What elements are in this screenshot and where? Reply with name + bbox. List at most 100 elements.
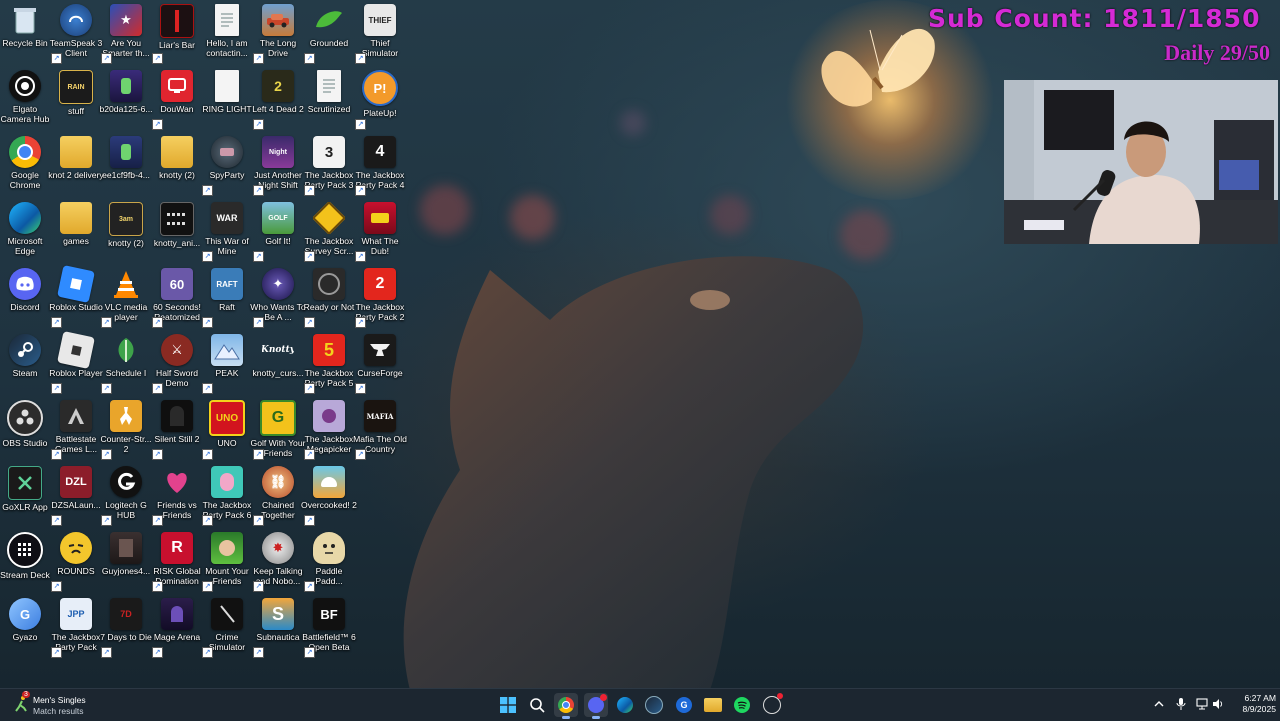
desktop-icon-scrutinized[interactable]: Scrutinized — [304, 66, 354, 130]
desktop-icon-friends-vs-friends[interactable]: ↗ Friends vs Friends — [152, 462, 202, 526]
desktop-icon-jackbox-survey-scramble[interactable]: ↗ The Jackbox Survey Scr... — [304, 198, 354, 262]
desktop-icon-jackbox-party-pack[interactable]: JPP ↗ The Jackbox Party Pack — [51, 594, 101, 658]
desktop-icon-rounds[interactable]: ↗ ROUNDS — [51, 528, 101, 592]
desktop-icon-half-sword-demo[interactable]: ⚔ ↗ Half Sword Demo — [152, 330, 202, 394]
desktop-icon-7-days-to-die[interactable]: 7D ↗ 7 Days to Die — [100, 594, 152, 658]
desktop-icon-dzsa-launcher[interactable]: DZL ↗ DZSALaun... — [51, 462, 101, 526]
taskbar-steam[interactable] — [642, 693, 666, 717]
desktop-icon-knotty-ani[interactable]: knotty_ani... — [152, 198, 202, 262]
desktop-icon-golf-it[interactable]: GOLF ↗ Golf It! — [253, 198, 303, 262]
desktop-icon-spyparty[interactable]: ↗ SpyParty — [202, 132, 252, 196]
desktop-icon-google-chrome[interactable]: Google Chrome — [0, 132, 50, 196]
desktop-icon-stream-deck[interactable]: Stream Deck — [0, 528, 50, 592]
desktop-icon-counter-strike-2[interactable]: ↗ Counter-Str... 2 — [100, 396, 152, 460]
desktop-icon-logitech-g-hub[interactable]: ↗ Logitech G HUB — [101, 462, 151, 526]
desktop-icon-jackbox-party-pack-2[interactable]: 2 ↗ The Jackbox Party Pack 2 — [355, 264, 405, 328]
tray-volume[interactable] — [1211, 697, 1225, 711]
desktop-icon-mage-arena[interactable]: ↗ Mage Arena — [152, 594, 202, 658]
desktop-icon-mount-your-friends[interactable]: ↗ Mount Your Friends — [202, 528, 252, 592]
desktop-icon-elgato-camera-hub[interactable]: Elgato Camera Hub — [0, 66, 50, 130]
desktop-icon-discord[interactable]: Discord — [0, 264, 50, 328]
desktop-icon-60-seconds[interactable]: 60 ↗ 60 Seconds! Reatomized — [152, 264, 202, 328]
desktop-icon-battlestate-games[interactable]: ↗ Battlestate Games L... — [51, 396, 101, 460]
desktop-icon-risk-global-domination[interactable]: R ↗ RISK Global Domination — [152, 528, 202, 592]
desktop-icon-roblox-player[interactable]: ↗ Roblox Player — [49, 330, 103, 394]
desktop-icon-jackbox-party-pack-3[interactable]: 3 ↗ The Jackbox Party Pack 3 — [304, 132, 354, 196]
desktop-icon-teamspeak[interactable]: ↗ TeamSpeak 3 Client — [50, 0, 102, 64]
desktop-icon-ready-or-not[interactable]: ↗ Ready or Not — [304, 264, 354, 328]
tray-overflow-chevron[interactable] — [1152, 697, 1166, 711]
tray-microphone[interactable] — [1174, 697, 1188, 711]
discord-icon — [588, 694, 607, 713]
desktop-icon-recycle-bin[interactable]: Recycle Bin — [0, 0, 50, 64]
desktop-icon-knotty-curs[interactable]: Knotty knotty_curs... — [252, 330, 303, 394]
taskbar-edge[interactable] — [613, 693, 637, 717]
desktop-icon-knotty-2-image[interactable]: 3am knotty (2) — [101, 198, 151, 262]
desktop-icon-jackbox-party-pack-6[interactable]: ↗ The Jackbox Party Pack 6 — [202, 462, 252, 526]
widgets-button[interactable]: 3 Men's Singles Match results — [12, 691, 102, 717]
desktop-icon-paddle-paddle[interactable]: ↗ Paddle Padd... — [304, 528, 354, 592]
desktop-icon-roblox-studio[interactable]: ↗ Roblox Studio — [49, 264, 103, 328]
desktop-icon-jackbox-party-pack-4[interactable]: 4 ↗ The Jackbox Party Pack 4 — [355, 132, 405, 196]
desktop-icon-ring-light[interactable]: RING LIGHT — [202, 66, 252, 130]
desktop-icon-thief-simulator[interactable]: THIEF ↗ Thief Simulator — [355, 0, 405, 64]
image-thumbnail-icon — [110, 136, 142, 168]
desktop-icon-what-the-dub[interactable]: ↗ What The Dub! — [355, 198, 405, 262]
desktop-icon-microsoft-edge[interactable]: Microsoft Edge — [0, 198, 50, 262]
desktop-icon-keep-talking[interactable]: ✸ ↗ Keep Talking and Nobo... — [253, 528, 303, 592]
desktop-icon-knot-2-delivery[interactable]: knot 2 delivery — [48, 132, 104, 196]
desktop-icon-silent-still-2[interactable]: ↗ Silent Still 2 — [152, 396, 202, 460]
desktop-icon-hello-document[interactable]: Hello, I am contactin... — [202, 0, 252, 64]
taskbar-file-explorer[interactable] — [701, 693, 725, 717]
desktop-icon-chained-together[interactable]: ⛓ ↗ Chained Together — [253, 462, 303, 526]
desktop-icon-obs-studio[interactable]: OBS Studio — [0, 396, 50, 460]
widget-badge: 3 — [22, 691, 30, 698]
desktop-icon-mafia-the-old-country[interactable]: MAFIA ↗ Mafia The Old Country — [353, 396, 407, 460]
desktop-icon-liars-bar[interactable]: ↗ Liar's Bar — [152, 0, 202, 64]
desktop-icon-the-long-drive[interactable]: ↗ The Long Drive — [253, 0, 303, 64]
desktop-icon-grounded[interactable]: ↗ Grounded — [304, 0, 354, 64]
desktop-icon-b20da125[interactable]: b20da125-6... — [99, 66, 153, 130]
7-days-to-die-icon: 7D — [110, 598, 142, 630]
desktop-icon-crime-simulator[interactable]: ↗ Crime Simulator — [202, 594, 252, 658]
desktop-icon-steam[interactable]: Steam — [0, 330, 50, 394]
desktop-icon-peak[interactable]: ↗ PEAK — [202, 330, 252, 394]
taskbar-discord[interactable] — [584, 693, 608, 719]
desktop-icon-jackbox-megapicker[interactable]: ↗ The Jackbox Megapicker — [304, 396, 354, 460]
desktop-icon-stuff-folder[interactable]: RAIN stuff — [51, 66, 101, 130]
taskbar-spotify[interactable] — [730, 693, 754, 717]
taskbar-clock[interactable]: 6:27 AM 8/9/2025 — [1226, 693, 1276, 715]
desktop-icon-knotty-2-folder[interactable]: knotty (2) — [152, 132, 202, 196]
desktop-icon-left-4-dead-2[interactable]: 2 ↗ Left 4 Dead 2 — [252, 66, 304, 130]
desktop-icon-battlefield-6[interactable]: BF ↗ Battlefield™ 6 Open Beta — [302, 594, 356, 658]
desktop-icon-are-you-smarter[interactable]: ★ ↗ Are You Smarter th... — [101, 0, 151, 64]
taskbar-logitech-g-hub[interactable]: G — [672, 693, 696, 717]
desktop-icon-uno[interactable]: UNO ↗ UNO — [202, 396, 252, 460]
taskbar-search-button[interactable] — [525, 693, 549, 717]
desktop-icon-games-folder[interactable]: games — [51, 198, 101, 262]
desktop-icon-overcooked-2[interactable]: ↗ Overcooked! 2 — [301, 462, 357, 526]
desktop-icon-just-another-night-shift[interactable]: Night ↗ Just Another Night Shift — [253, 132, 303, 196]
desktop-icon-gyazo[interactable]: G Gyazo — [0, 594, 50, 658]
icon-label: Overcooked! 2 — [301, 500, 357, 510]
shortcut-arrow-icon: ↗ — [202, 251, 213, 262]
taskbar-chrome[interactable] — [554, 693, 578, 719]
desktop-icon-who-wants-to-be-a-millionaire[interactable]: ✦ ↗ Who Wants To Be A ... — [250, 264, 306, 328]
desktop-icon-schedule-i[interactable]: ↗ Schedule I — [101, 330, 151, 394]
desktop-icon-jackbox-party-pack-5[interactable]: 5 ↗ The Jackbox Party Pack 5 — [304, 330, 354, 394]
desktop-icon-subnautica[interactable]: S ↗ Subnautica — [253, 594, 303, 658]
tray-network[interactable] — [1195, 697, 1209, 711]
desktop-icon-plateup[interactable]: P! ↗ PlateUp! — [355, 66, 405, 130]
start-button[interactable] — [496, 693, 520, 717]
desktop-icon-golf-with-your-friends[interactable]: G ↗ Golf With Your Friends — [251, 396, 305, 460]
desktop-icon-this-war-of-mine[interactable]: WAR ↗ This War of Mine — [202, 198, 252, 262]
desktop-icon-ee1cf9fb[interactable]: ee1cf9fb-4... — [101, 132, 151, 196]
desktop-icon-douwan[interactable]: ↗ DouWan — [152, 66, 202, 130]
desktop-icon-guyjones[interactable]: Guyjones4... — [101, 528, 151, 592]
desktop-icon-goxlr-app[interactable]: GoXLR App — [0, 462, 50, 526]
desktop-icon-curseforge[interactable]: ↗ CurseForge — [355, 330, 405, 394]
desktop-icon-vlc[interactable]: ↗ VLC media player — [101, 264, 151, 328]
steam-icon — [645, 696, 663, 714]
desktop-icon-raft[interactable]: RAFT ↗ Raft — [202, 264, 252, 328]
taskbar-obs-app[interactable] — [760, 693, 784, 717]
